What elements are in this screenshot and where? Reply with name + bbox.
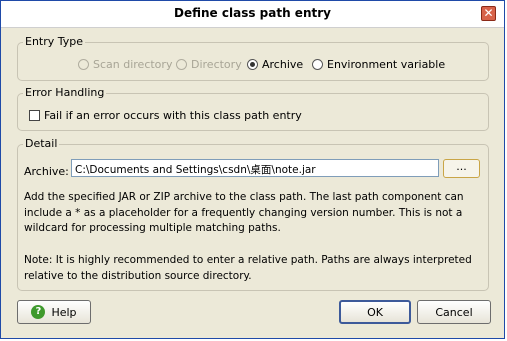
entry-type-legend: Entry Type xyxy=(23,35,86,48)
radio-scan-directory-dot xyxy=(78,59,89,70)
dialog-window: Define class path entry ✕ Entry Type Sca… xyxy=(0,0,505,339)
detail-group: Detail Archive: C:\Documents and Setting… xyxy=(17,137,489,291)
help-button[interactable]: ? Help xyxy=(17,300,91,324)
entry-type-radio-row: Scan directory Directory Archive Environ… xyxy=(18,58,488,74)
error-handling-group: Error Handling Fail if an error occurs w… xyxy=(17,86,489,131)
error-handling-legend: Error Handling xyxy=(23,86,107,99)
radio-archive-dot xyxy=(247,59,258,70)
radio-scan-directory[interactable]: Scan directory xyxy=(78,58,172,71)
relative-path-note: Note: It is highly recommended to enter … xyxy=(24,254,472,282)
close-icon[interactable]: ✕ xyxy=(481,6,496,21)
radio-environment-variable-label: Environment variable xyxy=(327,58,446,71)
fail-on-error-label: Fail if an error occurs with this class … xyxy=(44,109,302,122)
title-bar[interactable]: Define class path entry ✕ xyxy=(1,1,504,28)
browse-button[interactable]: ... xyxy=(443,159,480,178)
fail-on-error-checkbox[interactable]: Fail if an error occurs with this class … xyxy=(29,109,302,122)
archive-description: Add the specified JAR or ZIP archive to … xyxy=(24,191,464,234)
detail-legend: Detail xyxy=(23,137,60,150)
archive-path-input[interactable]: C:\Documents and Settings\csdn\桌面\note.j… xyxy=(71,159,439,177)
radio-archive-label: Archive xyxy=(262,58,304,71)
radio-directory[interactable]: Directory xyxy=(176,58,242,71)
radio-environment-variable-dot xyxy=(312,59,323,70)
help-button-label: Help xyxy=(51,305,77,319)
archive-label: Archive: xyxy=(24,165,69,178)
fail-on-error-box[interactable] xyxy=(29,110,40,121)
radio-environment-variable[interactable]: Environment variable xyxy=(312,58,445,71)
help-icon: ? xyxy=(31,305,46,319)
radio-directory-label: Directory xyxy=(191,58,242,71)
cancel-button-label: Cancel xyxy=(435,305,473,319)
ok-button[interactable]: OK xyxy=(339,300,411,324)
entry-type-group: Entry Type Scan directory Directory Arch… xyxy=(17,35,489,81)
radio-archive[interactable]: Archive xyxy=(247,58,303,71)
ok-button-label: OK xyxy=(367,305,383,319)
cancel-button[interactable]: Cancel xyxy=(417,300,491,324)
radio-scan-directory-label: Scan directory xyxy=(93,58,173,71)
radio-directory-dot xyxy=(176,59,187,70)
dialog-title: Define class path entry xyxy=(174,6,331,20)
